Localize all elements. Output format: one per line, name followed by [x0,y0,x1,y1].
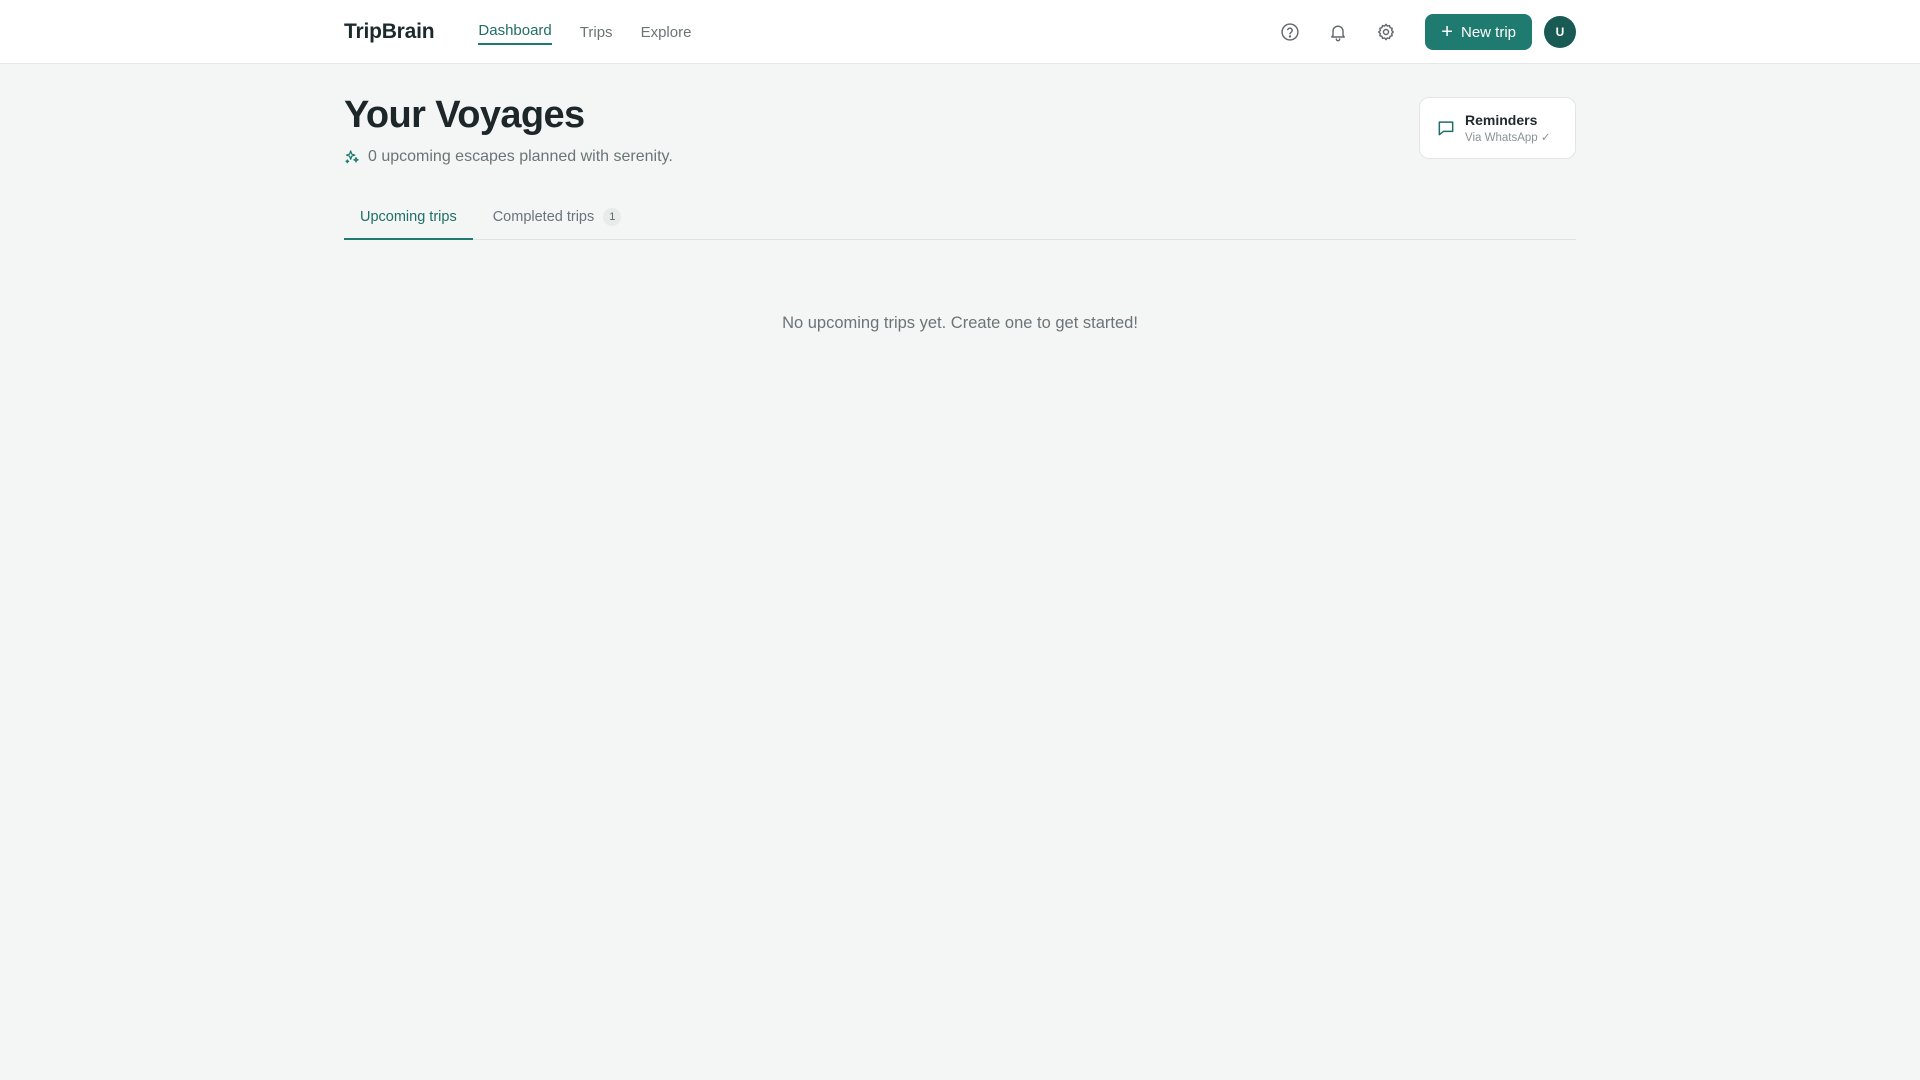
subtitle-text: 0 upcoming escapes planned with serenity… [368,148,673,165]
reminders-title: Reminders [1465,112,1538,128]
gear-icon [1378,23,1395,41]
reminders-subtitle: Via WhatsApp ✓ [1465,132,1551,144]
empty-state-message: No upcoming trips yet. Create one to get… [782,314,1138,332]
brand-logo[interactable]: TripBrain [344,20,435,44]
sparkles-icon [345,150,359,164]
nav-link-trips[interactable]: Trips [580,20,613,45]
page-subtitle: 0 upcoming escapes planned with serenity… [344,148,673,166]
page-title: Your Voyages [344,94,585,136]
tab-upcoming-trips[interactable]: Upcoming trips [344,196,473,240]
top-navigation-bar: TripBrain Dashboard Trips Explore + New … [0,0,1920,64]
nav-link-dashboard[interactable]: Dashboard [478,18,552,45]
tab-upcoming-label: Upcoming trips [360,209,457,225]
help-circle-icon [1281,23,1299,41]
plus-icon: + [1441,21,1453,43]
help-button[interactable] [1271,13,1309,51]
user-avatar[interactable]: U [1544,16,1576,48]
tab-completed-label: Completed trips [492,209,595,225]
top-navigation-inner: TripBrain Dashboard Trips Explore + New … [344,0,1576,64]
nav-link-explore[interactable]: Explore [641,20,692,45]
message-square-icon [1438,121,1454,136]
trip-tabs: Upcoming trips Completed trips 1 [344,196,1576,240]
new-trip-label: New trip [1460,23,1516,41]
reminders-card[interactable]: Reminders Via WhatsApp ✓ [1419,97,1576,159]
settings-button[interactable] [1367,13,1405,51]
header-actions: + New trip U [1261,13,1576,51]
primary-nav: Dashboard Trips Explore [478,0,719,64]
tab-completed-trips[interactable]: Completed trips 1 [477,195,638,239]
completed-count-badge: 1 [603,208,622,226]
notifications-button[interactable] [1319,13,1357,51]
bell-icon [1331,25,1346,42]
new-trip-button[interactable]: + New trip [1425,14,1532,50]
reminders-text: Reminders Via WhatsApp ✓ [1465,112,1551,144]
